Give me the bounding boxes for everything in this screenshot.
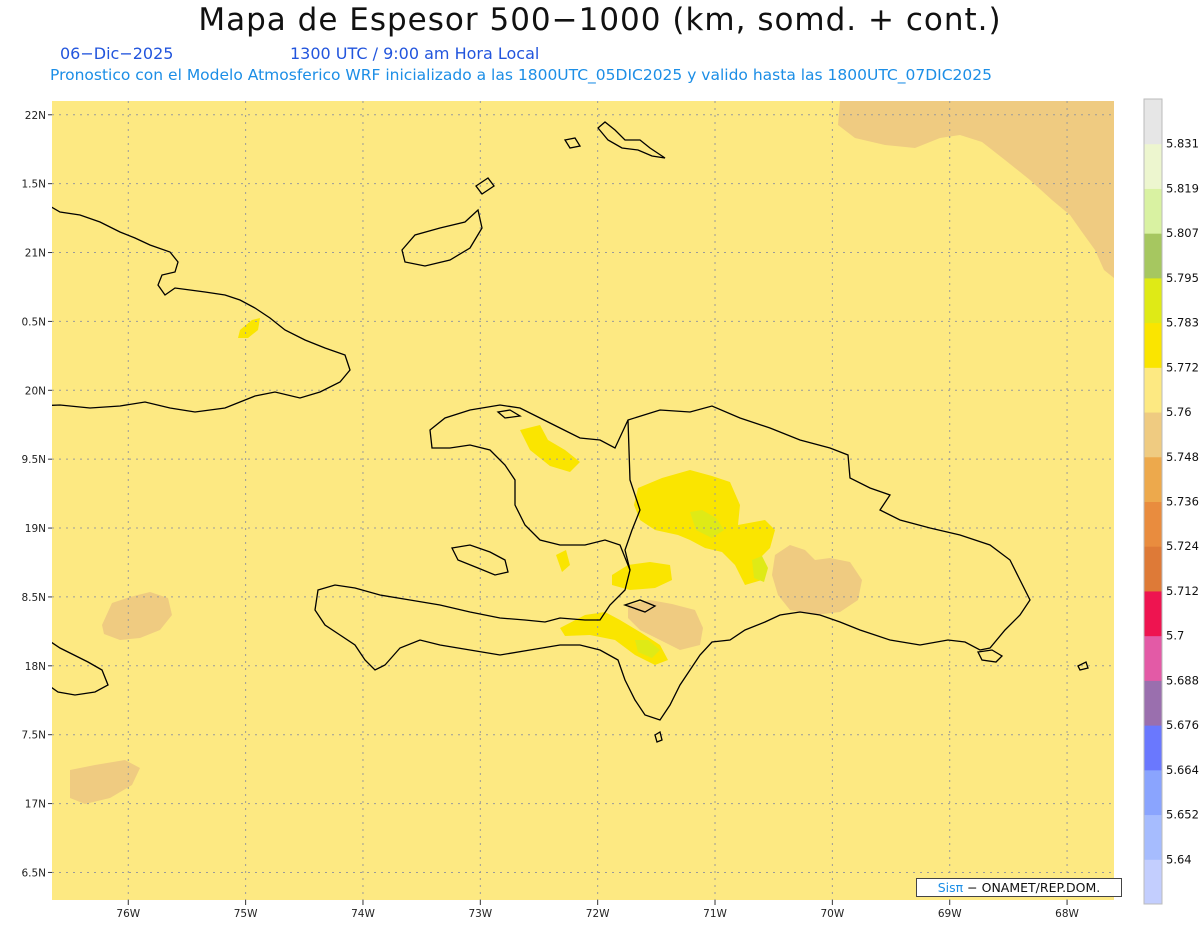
lat-tick-label: 0.5N — [21, 316, 46, 328]
colorbar-swatch — [1144, 590, 1162, 637]
colorbar-label: 5.819 — [1166, 181, 1199, 195]
colorbar-swatch — [1144, 859, 1162, 905]
colorbar: 5.64 5.652 5.664 5.676 5.688 5.7 5.712 5.724 5.7… — [1143, 98, 1199, 905]
colorbar-swatch — [1144, 725, 1162, 771]
colorbar-swatch — [1144, 367, 1162, 413]
colorbar-swatch — [1144, 143, 1162, 189]
credit-text: − ONAMET/REP.DOM. — [967, 880, 1101, 895]
latitude-labels: 22N 1.5N 21N 0.5N 20N 9.5N 19N 8.5N 18N 7.5N 17N 6.… — [21, 110, 52, 879]
colorbar-swatch — [1144, 277, 1162, 324]
colorbar-swatch — [1144, 412, 1162, 458]
lat-tick-label: 18N — [25, 661, 46, 673]
colorbar-label: 5.748 — [1166, 450, 1199, 464]
longitude-labels: 76W 75W 74W 73W 72W 71W 70W 69W 68W — [116, 900, 1080, 920]
map-background — [52, 101, 1114, 900]
colorbar-label: 5.795 — [1166, 271, 1199, 285]
colorbar-label: 5.772 — [1166, 360, 1199, 374]
lat-tick-label: 19N — [25, 523, 46, 535]
lat-tick-label: 20N — [25, 385, 46, 397]
thickness-map: 22N 1.5N 21N 0.5N 20N 9.5N 19N 8.5N 18N 7.5N 17N 6.… — [21, 98, 1199, 920]
colorbar-swatch — [1144, 635, 1162, 681]
lat-tick-label: 22N — [25, 110, 46, 122]
colorbar-label: 5.76 — [1166, 405, 1192, 419]
lat-tick-label: 9.5N — [21, 454, 46, 466]
lat-tick-label: 8.5N — [21, 592, 46, 604]
colorbar-label: 5.652 — [1166, 808, 1199, 822]
colorbar-label: 5.64 — [1166, 852, 1192, 866]
credit-brand: Sisπ — [937, 880, 964, 895]
lon-tick-label: 68W — [1055, 908, 1079, 920]
lon-tick-label: 73W — [468, 908, 492, 920]
colorbar-swatch — [1144, 501, 1162, 547]
colorbar-label: 5.807 — [1166, 226, 1199, 240]
colorbar-label: 5.7 — [1166, 629, 1184, 643]
lon-tick-label: 69W — [938, 908, 962, 920]
lat-tick-label: 17N — [25, 799, 46, 811]
credit-box: Sisπ − ONAMET/REP.DOM. — [916, 878, 1122, 897]
colorbar-label: 5.736 — [1166, 495, 1199, 509]
colorbar-swatch — [1144, 188, 1162, 234]
colorbar-label: 5.664 — [1166, 763, 1199, 777]
lon-tick-label: 76W — [116, 908, 140, 920]
lon-tick-label: 70W — [820, 908, 844, 920]
lat-tick-label: 1.5N — [21, 179, 46, 191]
lon-tick-label: 74W — [351, 908, 375, 920]
lat-tick-label: 7.5N — [21, 730, 46, 742]
colorbar-label: 5.712 — [1166, 584, 1199, 598]
lat-tick-label: 6.5N — [21, 867, 46, 879]
colorbar-swatch — [1144, 456, 1162, 502]
colorbar-label: 5.831 — [1166, 137, 1199, 151]
colorbar-swatch — [1144, 99, 1162, 145]
lon-tick-label: 72W — [586, 908, 610, 920]
lat-tick-label: 21N — [25, 248, 46, 260]
colorbar-label: 5.783 — [1166, 316, 1199, 330]
colorbar-swatch — [1144, 769, 1162, 816]
lon-tick-label: 71W — [703, 908, 727, 920]
colorbar-swatch — [1144, 814, 1162, 860]
colorbar-label: 5.676 — [1166, 718, 1199, 732]
colorbar-swatch — [1144, 546, 1162, 592]
colorbar-swatch — [1144, 680, 1162, 726]
colorbar-label: 5.724 — [1166, 539, 1199, 553]
lon-tick-label: 75W — [234, 908, 258, 920]
colorbar-label: 5.688 — [1166, 673, 1199, 687]
colorbar-swatch — [1144, 322, 1162, 368]
colorbar-swatch — [1144, 233, 1162, 279]
